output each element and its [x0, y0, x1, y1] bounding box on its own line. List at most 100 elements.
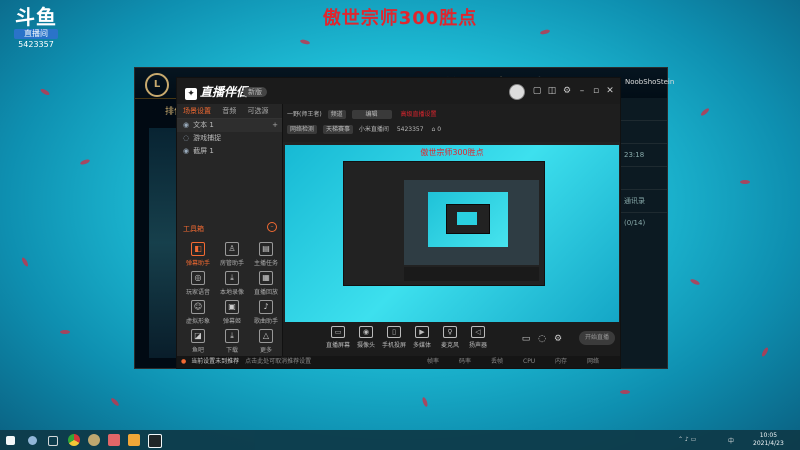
tool-item[interactable]: ◎ 玩家语音: [181, 271, 215, 296]
stream-info-bar: 一野(师王者) 频道 编辑 高级直播设置 网络检测 天梯赛事 小米直播间 542…: [283, 104, 620, 142]
nested-preview: [428, 192, 508, 247]
control-3[interactable]: ▯ 手机投屏: [379, 326, 409, 349]
control-5[interactable]: ♀ 麦克风: [435, 326, 465, 349]
friend-row[interactable]: [621, 167, 667, 190]
stream-overlay-title: 傲世宗师300胜点: [322, 8, 478, 29]
nested-preview-2: [457, 212, 477, 225]
tool-icon: ♪: [259, 300, 273, 314]
control-icon: ▯: [387, 326, 401, 338]
tool-label: 鱼吧: [191, 347, 204, 354]
control-1[interactable]: ▭ 直播屏幕: [323, 326, 353, 349]
search-icon[interactable]: [28, 436, 37, 445]
tool-item[interactable]: ♙ 房管助手: [215, 242, 249, 267]
room-id: 5423357: [18, 40, 54, 49]
chrome-icon[interactable]: [68, 434, 80, 446]
recursive-preview: [343, 161, 545, 286]
tool-label: 本地录像: [219, 289, 244, 296]
task-view-icon[interactable]: [48, 436, 58, 446]
start-live-button[interactable]: 开始直播: [579, 331, 615, 345]
tab-audio[interactable]: 音频: [222, 107, 236, 115]
version-badge[interactable]: 新版: [243, 87, 267, 97]
lol-taskbar-icon[interactable]: [88, 434, 100, 446]
clock-time: 10:05: [759, 432, 778, 439]
tab-scene-settings[interactable]: 场景设置: [183, 107, 211, 115]
channel-button[interactable]: 频道: [327, 110, 346, 119]
windows-start-icon[interactable]: [6, 436, 15, 445]
settings-icon[interactable]: ⚙: [562, 86, 572, 96]
clock[interactable]: 10:05 2021/4/23: [753, 432, 784, 448]
toolbox-close-icon[interactable]: –: [267, 222, 277, 232]
advanced-settings-link[interactable]: 高级直播设置: [397, 110, 439, 119]
control-label: 多媒体: [412, 342, 431, 349]
minimize-icon[interactable]: –: [577, 86, 587, 96]
friend-row[interactable]: 23:18: [621, 144, 667, 167]
tool-item[interactable]: ⤓ 下载: [215, 329, 249, 354]
summoner-name: NoobShoStein: [625, 78, 675, 86]
tool-item[interactable]: ☺ 虚拟形象: [181, 300, 215, 325]
app-taskbar-icon[interactable]: [108, 434, 120, 446]
source-item[interactable]: ◌ 游戏捕捉: [177, 132, 282, 145]
tool-item[interactable]: ⤓ 本地录像: [215, 271, 249, 296]
edit-button[interactable]: 编辑: [351, 110, 392, 119]
stream-preview[interactable]: 傲世宗师300胜点: [285, 145, 619, 322]
room-number: 5423357: [396, 126, 424, 133]
eye-icon[interactable]: ◉: [183, 147, 189, 155]
companion-taskbar-icon[interactable]: [148, 434, 162, 448]
eye-icon[interactable]: ◌: [183, 134, 189, 142]
gear-icon[interactable]: ⚙: [553, 334, 563, 344]
tool-label: 歌曲助手: [253, 318, 278, 325]
maximize-icon[interactable]: ▫: [591, 86, 601, 96]
friend-row[interactable]: [621, 98, 667, 121]
source-label: 游戏捕捉: [193, 134, 222, 142]
tool-label: 弹幕助手: [185, 260, 210, 267]
status-item: CPU: [523, 358, 536, 365]
tool-item[interactable]: △ 更多: [249, 329, 283, 354]
add-scene-icon[interactable]: +: [272, 118, 278, 132]
status-item: 码率: [459, 358, 472, 365]
control-icon: ◉: [359, 326, 373, 338]
record-icon[interactable]: ◌: [537, 334, 547, 344]
douyu-badge: 直播间: [14, 29, 58, 39]
friend-row[interactable]: [621, 121, 667, 144]
tool-item[interactable]: ▤ 主播任务: [249, 242, 283, 267]
gift-icon[interactable]: ◫: [547, 86, 557, 96]
control-2[interactable]: ◉ 摄像头: [351, 326, 381, 349]
tool-label: 虚拟形象: [185, 318, 210, 325]
control-label: 直播屏幕: [325, 342, 350, 349]
friend-row[interactable]: 通讯录 (0/14): [621, 190, 667, 227]
tool-item[interactable]: ◧ 弹幕助手: [181, 242, 215, 267]
network-check-button[interactable]: 网络检测: [287, 125, 318, 134]
tool-icon: ☺: [191, 300, 205, 314]
tool-icon: ◧: [191, 242, 205, 256]
control-6[interactable]: ◁ 扬声器: [463, 326, 493, 349]
tab-sources[interactable]: 可选源: [247, 107, 268, 115]
message-icon[interactable]: ▢: [532, 86, 542, 96]
tool-item[interactable]: ♪ 歌曲助手: [249, 300, 283, 325]
ime-indicator[interactable]: 中: [728, 436, 734, 445]
avatar[interactable]: [509, 84, 525, 100]
tool-item[interactable]: ▦ 直播回放: [249, 271, 283, 296]
control-label: 手机投屏: [381, 342, 406, 349]
tool-label: 玩家语音: [185, 289, 210, 296]
streaming-companion-window[interactable]: ✦ 直播伴侣 新版 ▢ ◫ ⚙ – ▫ ✕ 场景设置 音频 可选源 + ◉ 文本 1…: [176, 77, 621, 369]
tool-icon: ⤓: [225, 329, 239, 343]
source-item[interactable]: ◉ 截屏 1: [177, 145, 282, 158]
close-icon[interactable]: ✕: [605, 86, 615, 96]
tool-item[interactable]: ◪ 鱼吧: [181, 329, 215, 354]
camera-toggle-icon[interactable]: ▭: [521, 334, 531, 344]
status-item: 丢帧: [491, 358, 504, 365]
game-taskbar-icon[interactable]: [128, 434, 140, 446]
ladder-button[interactable]: 天梯赛事: [322, 125, 353, 134]
eye-icon[interactable]: ◉: [183, 121, 189, 129]
clock-date: 2021/4/23: [753, 440, 784, 447]
control-4[interactable]: ▶ 多媒体: [407, 326, 437, 349]
stream-title[interactable]: 一野(师王者): [287, 111, 322, 118]
source-item[interactable]: ◉ 文本 1: [177, 119, 282, 132]
tool-label: 下载: [225, 347, 238, 354]
windows-taskbar: ⌃ ♪ ▭ 中 10:05 2021/4/23: [0, 430, 800, 450]
hint-text[interactable]: 点击此处可取消推荐设置: [245, 358, 311, 365]
stream-status-row: 网络检测 天梯赛事 小米直播间 5423357 ⌂ 0: [287, 124, 441, 134]
tray-icons[interactable]: ⌃ ♪ ▭: [678, 436, 696, 443]
tool-item[interactable]: ▣ 弹幕姬: [215, 300, 249, 325]
lol-logo-icon[interactable]: L: [145, 73, 169, 97]
